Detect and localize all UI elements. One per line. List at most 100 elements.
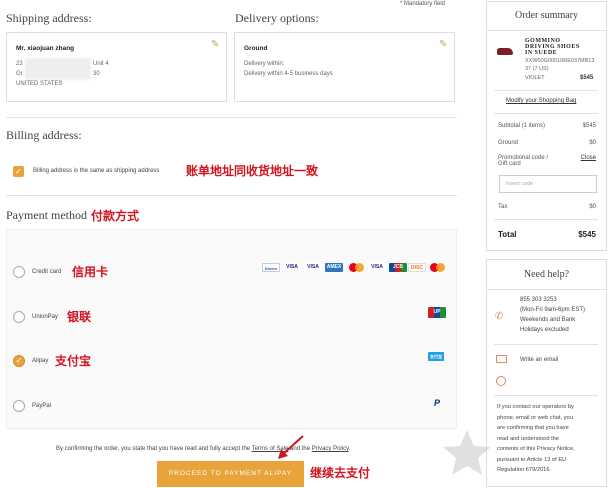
discover-card-icon: DISC <box>408 263 426 272</box>
paypal-label: PayPal <box>32 403 52 409</box>
unionpay-radio[interactable] <box>13 311 25 323</box>
shipping-line1-suffix: Unit 4 <box>93 61 109 67</box>
mastercard-icon <box>347 263 365 272</box>
help-hours-1: (Mon-Fri 9am-6pm EST) <box>520 307 586 313</box>
divider <box>494 344 598 345</box>
shipping-country: UNITED STATES <box>16 81 63 87</box>
alipay-annotation: 支付宝 <box>55 354 92 368</box>
billing-same-checkbox[interactable]: ✓ <box>13 166 24 177</box>
mandatory-note: * Mandatory field <box>400 1 446 7</box>
total-label: Total <box>498 230 517 239</box>
product-name-line3: IN SUEDE <box>525 50 558 56</box>
tax-value: $0 <box>589 204 596 210</box>
edit-pencil-icon[interactable]: ✎ <box>439 39 447 50</box>
billing-annotation: 账单地址同收货地址一致 <box>186 164 319 178</box>
divider <box>494 395 598 396</box>
alipay-radio[interactable]: ✓ <box>13 355 25 367</box>
visa-card-icon: VISA <box>283 263 301 272</box>
divider <box>487 289 606 290</box>
billing-same-label: Billing address is the same as shipping … <box>33 168 160 174</box>
proceed-annotation: 继续去支付 <box>310 466 371 480</box>
email-icon <box>496 355 507 363</box>
shipping-heading: Shipping address: <box>6 11 92 25</box>
amex-card-icon: AMEX <box>325 263 343 272</box>
chat-headset-icon[interactable] <box>496 376 506 386</box>
delivery-method: Ground <box>244 45 268 52</box>
terms-suffix: . <box>348 446 351 452</box>
privacy-notice-line: If you contact our operators by <box>497 404 574 410</box>
need-help-title: Need help? <box>523 269 570 280</box>
payment-annotation: 付款方式 <box>91 209 140 223</box>
delivery-line1: Delivery within: <box>244 61 285 67</box>
proceed-to-payment-button[interactable]: PROCEED TO PAYMENT ALIPAY <box>157 461 304 487</box>
product-color: VIOLET <box>525 75 545 81</box>
diners-card-icon: Diners <box>262 263 280 272</box>
alipay-logo-icon: 支付宝 <box>428 352 444 361</box>
order-summary-title: Order summary <box>514 10 579 21</box>
divider <box>494 90 598 91</box>
divider <box>6 117 457 118</box>
payment-options-box <box>6 229 457 429</box>
product-thumbnail <box>494 39 516 61</box>
delivery-line2: Delivery within 4-5 business days <box>244 71 333 77</box>
jcb-card-icon: JCB <box>389 263 407 272</box>
promo-code-placeholder: Insert code <box>506 181 534 187</box>
product-price: $545 <box>580 75 594 81</box>
unionpay-logo-icon: UP <box>428 307 446 318</box>
help-hours-2: Weekends and Bank <box>520 317 576 323</box>
help-phone[interactable]: 855 303 3253 <box>520 297 557 303</box>
privacy-notice-line: contents of this Privacy Notice, <box>497 446 575 452</box>
divider <box>487 30 606 31</box>
subtotal-row: Subtotal (1 items) $545 <box>498 123 596 129</box>
total-value: $545 <box>578 230 596 239</box>
visa-debit-card-icon: VISA <box>368 263 386 272</box>
divider <box>494 219 598 220</box>
unionpay-label: UnionPay <box>32 314 59 320</box>
maestro-card-icon <box>428 263 446 272</box>
modify-bag-link[interactable]: Modify your Shopping Bag <box>506 98 576 104</box>
watermark-star-icon <box>443 430 491 475</box>
promo-close-link[interactable]: Close <box>581 155 596 161</box>
terms-prefix: By confirming the order, you state that … <box>56 446 252 452</box>
privacy-notice-line: read and understood the <box>497 435 559 442</box>
tax-row: Tax $0 <box>498 204 596 210</box>
phone-icon: ✆ <box>495 311 504 322</box>
paypal-logo-icon: P <box>433 398 440 408</box>
shipping-name: Mr. xiaojuan zhang <box>16 45 75 52</box>
privacy-notice-line: Regulation 679/2016. <box>497 467 552 473</box>
shipping-line2-suffix: 30 <box>93 71 100 77</box>
ground-value: $0 <box>589 140 596 146</box>
tax-label: Tax <box>498 204 508 210</box>
promo-label-2: Gift card <box>498 161 521 167</box>
help-hours-3: Holidays excluded <box>520 327 569 333</box>
credit-card-annotation: 信用卡 <box>72 265 109 279</box>
subtotal-value: $545 <box>582 123 596 129</box>
payment-heading: Payment method <box>6 208 87 222</box>
divider <box>6 195 457 196</box>
alipay-label: Alipay <box>32 358 49 364</box>
unionpay-annotation: 银联 <box>67 310 92 324</box>
promo-row: Promotional code / Gift card Close <box>498 155 596 167</box>
privacy-notice-line: are confirming that you have <box>497 425 569 431</box>
divider <box>494 113 598 114</box>
red-arrow-icon <box>278 435 304 459</box>
privacy-policy-link[interactable]: Privacy Policy <box>312 446 349 452</box>
promo-code-input[interactable]: Insert code <box>499 175 597 193</box>
shipping-line2-prefix: Gr <box>16 71 23 77</box>
credit-card-radio[interactable] <box>13 266 25 278</box>
paypal-radio[interactable] <box>13 400 25 412</box>
edit-pencil-icon[interactable]: ✎ <box>211 39 219 50</box>
credit-card-label: Credit card <box>32 269 62 275</box>
visa-electron-card-icon: VISA <box>304 263 322 272</box>
redacted-address-block <box>25 58 91 80</box>
delivery-options-card[interactable]: Ground Delivery within: Delivery within … <box>234 32 455 102</box>
privacy-notice-line: pursuant to Article 13 of EU <box>497 456 567 463</box>
privacy-notice: If you contact our operators by phone, e… <box>497 402 575 476</box>
ground-row: Ground $0 <box>498 140 596 146</box>
total-row: Total $545 <box>498 230 596 239</box>
privacy-notice-line: phone, email or web chat, you <box>497 414 573 421</box>
shipping-address-card[interactable]: Mr. xiaojuan zhang 23 Unit 4 Gr 30 UNITE… <box>6 32 227 102</box>
write-email-link[interactable]: Write an email <box>520 357 558 363</box>
product-sku: XXW00G00010RE037MB13 <box>525 58 595 64</box>
product-size: 37 (7 US) <box>525 66 549 72</box>
